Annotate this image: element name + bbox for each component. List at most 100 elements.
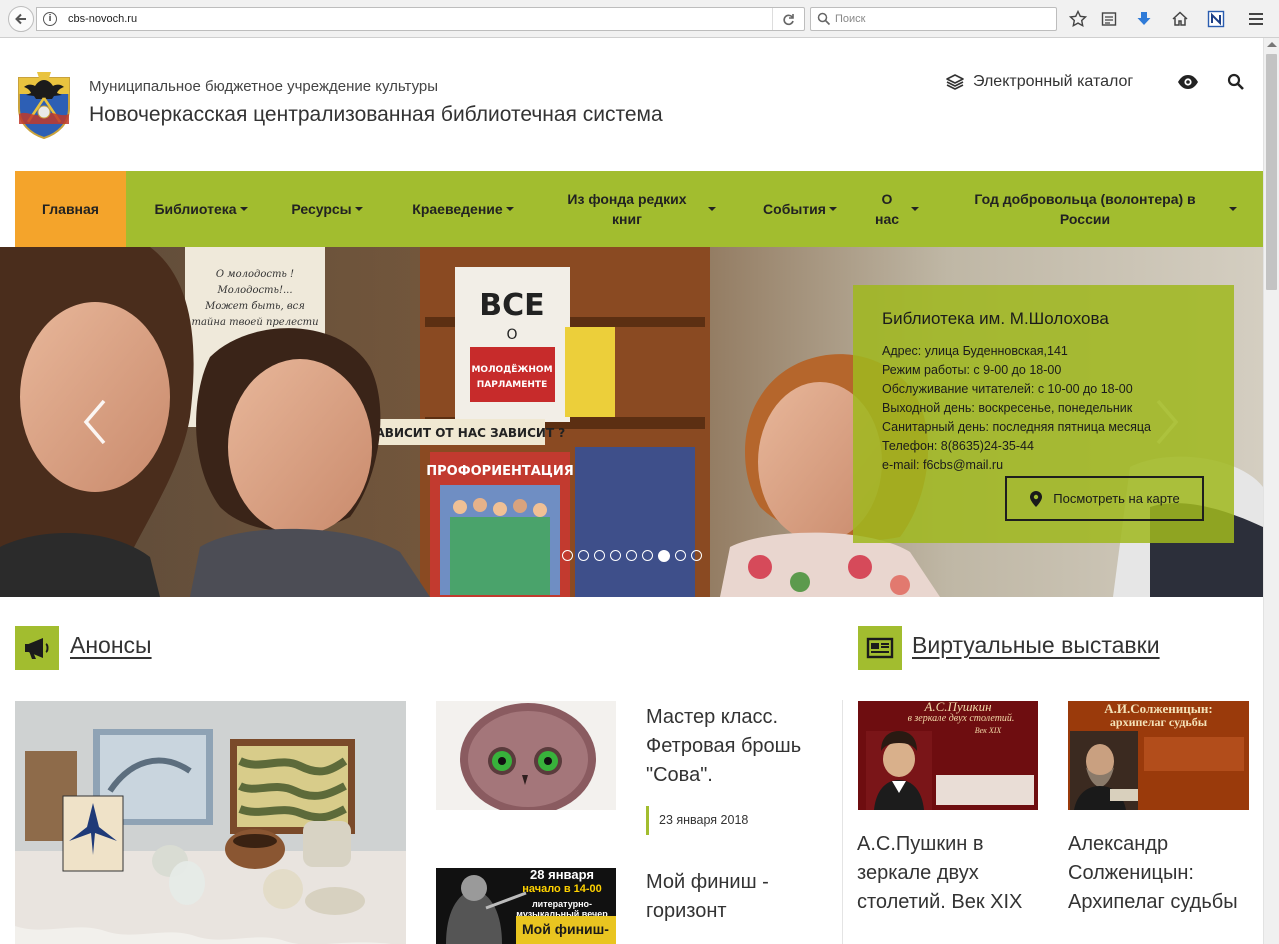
poster-name-text: Мой финиш- (516, 916, 616, 944)
nav-item-local-history[interactable]: Краеведение (393, 171, 533, 247)
ecatalog-label: Электронный каталог (973, 73, 1134, 90)
scroll-thumb[interactable] (1266, 54, 1277, 290)
eye-icon[interactable] (1177, 73, 1199, 91)
reading-list-icon (1101, 12, 1117, 26)
extension-n-icon (1207, 10, 1225, 28)
caret-down-icon (911, 207, 919, 211)
library-info-panel: Библиотека им. М.Шолохова Адрес: улица Б… (853, 285, 1234, 543)
page-scrollbar[interactable] (1263, 38, 1279, 944)
library-address: Адрес: улица Буденновская,141 (882, 344, 1068, 358)
nav-item-events[interactable]: События (745, 171, 855, 247)
nav-item-library[interactable]: Библиотека (141, 171, 261, 247)
coat-of-arms-logo[interactable] (15, 68, 73, 140)
newspaper-icon (866, 637, 894, 659)
nav-item-label: Главная (42, 201, 99, 217)
announcements-section-icon (15, 626, 59, 670)
page: Муниципальное бюджетное учреждение культ… (0, 38, 1263, 944)
nav-item-resources[interactable]: Ресурсы (277, 171, 377, 247)
slider-dots (562, 550, 702, 562)
back-arrow-icon (15, 13, 26, 25)
nav-item-label: События (763, 201, 826, 217)
svg-text:ПАРЛАМЕНТЕ: ПАРЛАМЕНТЕ (477, 380, 547, 390)
menu-button[interactable] (1245, 8, 1267, 30)
announcement-title-owl[interactable]: Мастер класс. Фетровая брошь "Сова". (646, 703, 826, 790)
scroll-up-arrow-icon[interactable] (1267, 42, 1277, 47)
back-button[interactable] (8, 6, 34, 32)
nav-item-label: Библиотека (154, 201, 237, 217)
view-on-map-label: Посмотреть на карте (1053, 491, 1180, 506)
owl-brooch-image[interactable] (436, 701, 616, 810)
star-icon (1069, 10, 1087, 28)
org-title[interactable]: Новочеркасская централизованная библиоте… (89, 103, 663, 127)
megaphone-icon (25, 638, 49, 659)
view-on-map-button[interactable]: Посмотреть на карте (1005, 476, 1204, 521)
slider-dot[interactable] (642, 550, 653, 561)
library-service-hours: Обслуживание читателей: с 10-00 до 18-00 (882, 382, 1133, 396)
hamburger-icon (1249, 13, 1263, 25)
solzhenitsyn-exhibition-cover[interactable]: А.И.Солженицын: архипелаг судьбы (1068, 701, 1249, 810)
bookmark-star-button[interactable] (1067, 8, 1089, 30)
nav-item-label: Из фонда редких книг (567, 191, 687, 227)
slider-dot[interactable] (594, 550, 605, 561)
home-button[interactable] (1169, 8, 1191, 30)
header-search-icon[interactable] (1227, 73, 1245, 91)
nav-item-label: Краеведение (412, 201, 503, 217)
slider-dot[interactable] (691, 550, 702, 561)
ecatalog-link[interactable]: Электронный каталог (945, 72, 1133, 92)
browser-search-input[interactable] (835, 11, 1045, 27)
nav-item-label: Год добровольца (волонтера) в России (974, 191, 1196, 227)
library-hours: Режим работы: с 9-00 до 18-00 (882, 363, 1062, 377)
caret-down-icon (1229, 207, 1237, 211)
nav-item-volunteer-year[interactable]: Год добровольца (волонтера) в России (965, 171, 1205, 247)
pushkin-exhibition-cover[interactable]: А.С.Пушкин в зеркале двух столетий. Век … (858, 701, 1038, 810)
slider-dot[interactable] (578, 550, 589, 561)
address-bar[interactable]: i cbs-novoch.ru (36, 7, 805, 31)
solzhenitsyn-portrait (1070, 731, 1138, 810)
slider-dot[interactable] (610, 550, 621, 561)
hero-slider: О молодость ! Молодость!... Может быть, … (0, 247, 1263, 597)
poster-quote-text: О молодость ! (216, 269, 294, 280)
section-divider (842, 700, 843, 944)
nav-item-rare-books[interactable]: Из фонда редких книг (552, 171, 702, 247)
poster-time-text: начало в 14-00 (522, 883, 602, 895)
announcement-featured-image[interactable] (15, 701, 406, 944)
url-text: cbs-novoch.ru (68, 13, 138, 25)
caret-down-icon (505, 207, 514, 211)
nav-item-about[interactable]: О нас (870, 171, 904, 247)
library-days-off: Выходной день: воскресенье, понедельник (882, 401, 1133, 415)
caret-down-icon (708, 207, 716, 211)
caret-down-icon (354, 207, 363, 211)
announcements-heading[interactable]: Анонсы (70, 632, 152, 659)
virtual-exhibition-title-pushkin[interactable]: А.С.Пушкин в зеркале двух столетий. Век … (857, 830, 1027, 917)
reading-list-button[interactable] (1098, 8, 1120, 30)
main-nav: Главная Библиотека Ресурсы Краеведение И… (15, 171, 1263, 247)
extension-button[interactable] (1205, 8, 1227, 30)
pushkin-portrait (866, 731, 932, 810)
svg-text:О: О (506, 327, 517, 343)
slider-dot[interactable] (626, 550, 637, 561)
books-stack-icon (946, 74, 964, 90)
virtual-exhibitions-heading[interactable]: Виртуальные выставки (912, 632, 1160, 659)
reload-icon (783, 13, 794, 25)
reload-button[interactable] (772, 8, 804, 30)
slider-dot[interactable] (562, 550, 573, 561)
nav-item-home[interactable]: Главная (15, 171, 126, 247)
site-info-icon[interactable]: i (43, 12, 57, 26)
library-email: e-mail: f6cbs@mail.ru (882, 458, 1004, 472)
announcement-title-concert[interactable]: Мой финиш - горизонт (646, 868, 826, 926)
slider-dot-active[interactable] (658, 550, 670, 562)
nav-item-label: О нас (874, 191, 900, 227)
library-sanitary-day: Санитарный день: последняя пятница месяц… (882, 420, 1152, 434)
virtual-exhibition-title-solzhenitsyn[interactable]: Александр Солженицын: Архипелаг судьбы (1068, 830, 1258, 917)
browser-toolbar: i cbs-novoch.ru (0, 0, 1279, 38)
svg-text:тайна твоей прелести: тайна твоей прелести (191, 317, 318, 328)
concert-poster-image[interactable]: 28 января начало в 14-00 литературно-муз… (436, 868, 616, 944)
slider-dot[interactable] (675, 550, 686, 561)
slider-prev-chevron-icon[interactable] (80, 397, 110, 447)
downloads-button[interactable] (1133, 8, 1155, 30)
poster-date-text: 28 января (530, 868, 594, 882)
virtual-exhibitions-section-icon (858, 626, 902, 670)
caret-down-icon (239, 207, 248, 211)
svg-text:ВСЕ: ВСЕ (479, 288, 544, 323)
nav-item-label: Ресурсы (291, 201, 352, 217)
